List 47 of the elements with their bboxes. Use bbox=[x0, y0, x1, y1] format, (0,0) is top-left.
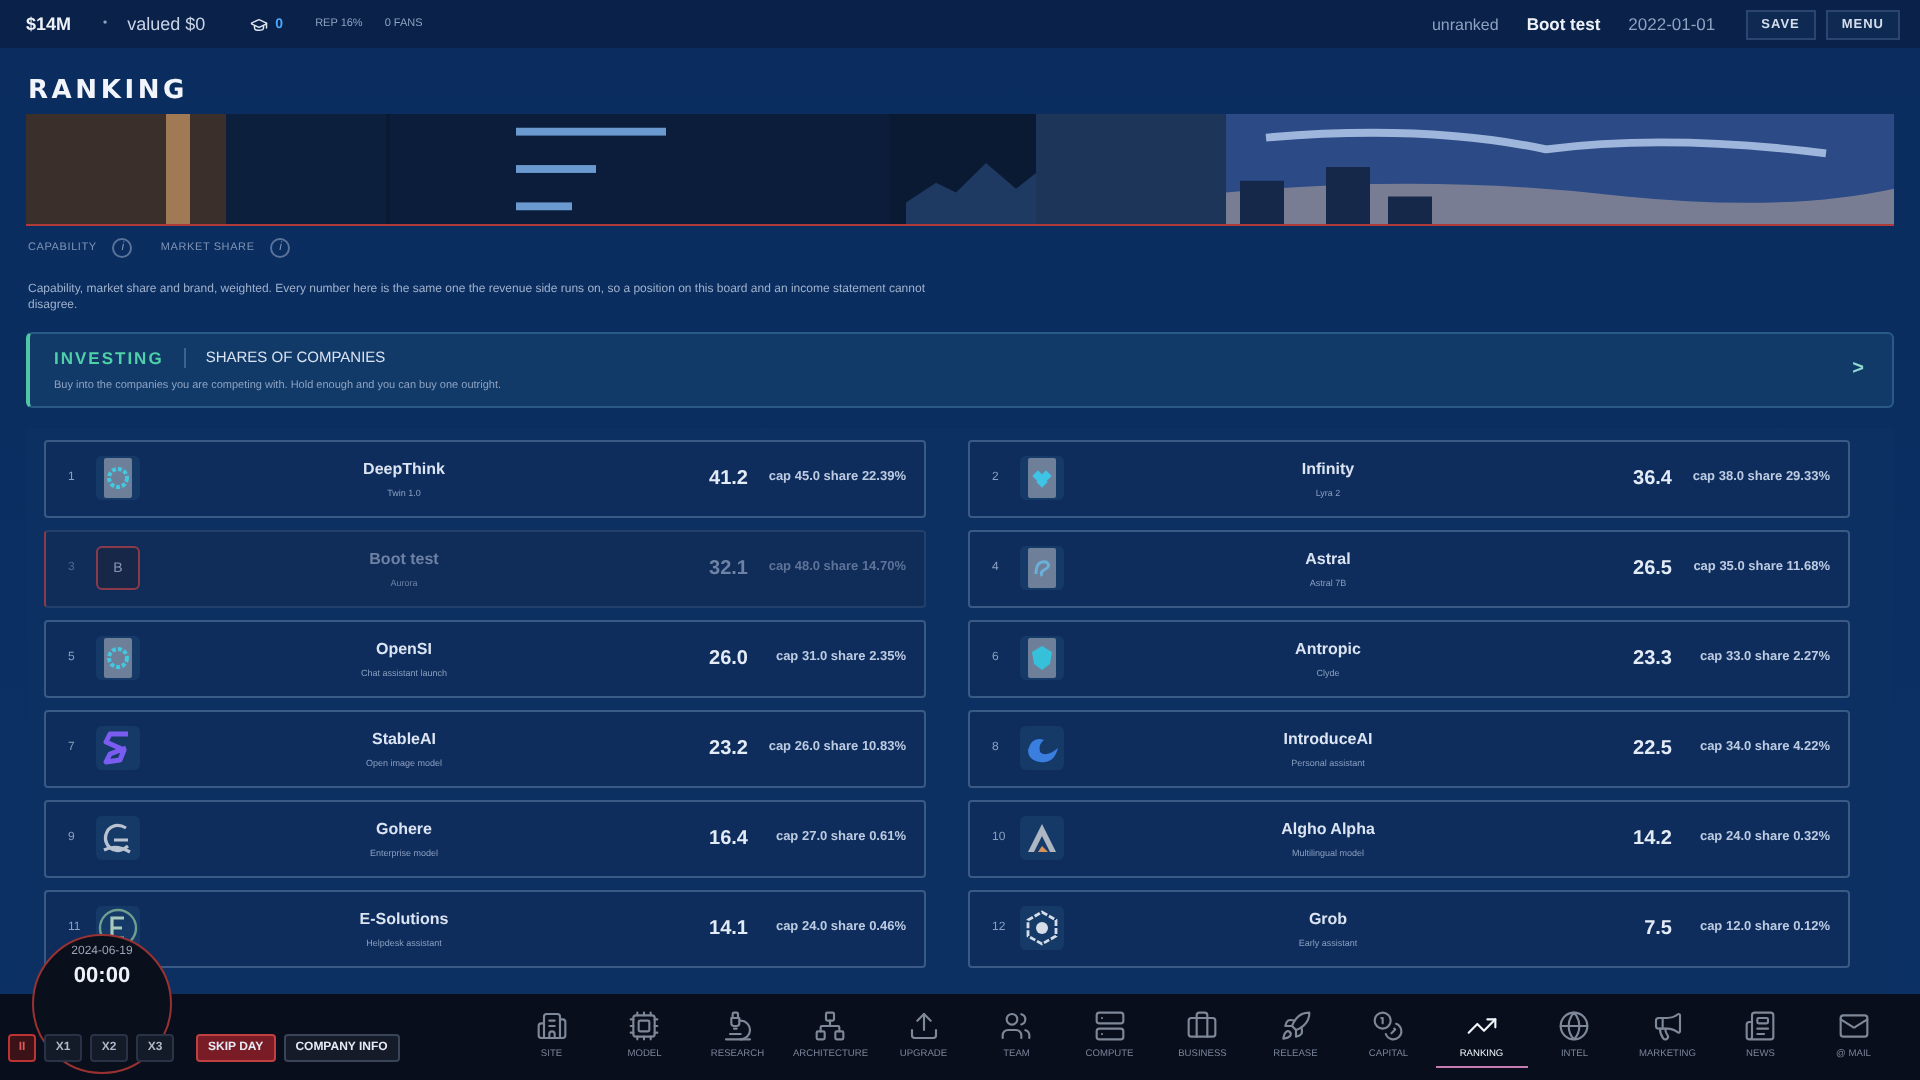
company-name: Grob bbox=[1308, 909, 1348, 928]
score-value: 41.2 bbox=[707, 467, 748, 490]
microscope-icon bbox=[721, 1010, 754, 1042]
upload-icon bbox=[907, 1010, 940, 1042]
score-value: 32.1 bbox=[707, 557, 748, 580]
valuation-text: valued $0 bbox=[127, 14, 206, 34]
rocket-icon bbox=[1279, 1010, 1312, 1042]
company-name: Boot test bbox=[1526, 14, 1601, 34]
investing-tag: INVESTING bbox=[54, 347, 186, 368]
company-name: Boot test bbox=[369, 549, 439, 568]
newspaper-icon bbox=[1744, 1010, 1777, 1042]
company-name: IntroduceAI bbox=[1283, 729, 1373, 748]
rank-status: unranked bbox=[1431, 15, 1499, 33]
company-name: StableAI bbox=[371, 729, 436, 748]
server-icon bbox=[1093, 1010, 1126, 1042]
score-value: 14.1 bbox=[707, 917, 748, 940]
mail-icon bbox=[1837, 1010, 1870, 1042]
score-value: 14.2 bbox=[1631, 827, 1672, 850]
cash-amount: $14M bbox=[26, 14, 72, 34]
company-name: DeepThink bbox=[363, 459, 445, 478]
briefcase-icon bbox=[1186, 1010, 1219, 1042]
company-name: Infinity bbox=[1301, 459, 1355, 478]
chip-icon bbox=[628, 1010, 661, 1042]
score-value: 23.3 bbox=[1631, 647, 1672, 670]
score-value: 7.5 bbox=[1642, 917, 1672, 940]
coins-icon bbox=[1372, 1010, 1405, 1042]
score-value: 16.4 bbox=[707, 827, 748, 850]
score-value: 26.5 bbox=[1631, 557, 1672, 580]
company-name: Antropic bbox=[1295, 639, 1361, 658]
globe-icon bbox=[1558, 1010, 1591, 1042]
company-name: Gohere bbox=[375, 819, 432, 838]
page-title: RANKING bbox=[28, 76, 191, 106]
company-name: OpenSI bbox=[375, 639, 432, 658]
company-name: Algho Alpha bbox=[1281, 819, 1375, 838]
graduation-cap-icon bbox=[249, 15, 268, 33]
company-name: Astral bbox=[1305, 549, 1351, 568]
score-value: 23.2 bbox=[707, 737, 748, 760]
network-icon bbox=[814, 1010, 847, 1042]
game-date: 2022-01-01 bbox=[1628, 14, 1716, 34]
score-value: 26.0 bbox=[707, 647, 748, 670]
building-icon bbox=[535, 1010, 568, 1042]
users-icon bbox=[1000, 1010, 1033, 1042]
clock-time: 00:00 bbox=[73, 964, 131, 988]
megaphone-icon bbox=[1651, 1010, 1684, 1042]
score-value: 36.4 bbox=[1631, 467, 1672, 490]
score-value: 22.5 bbox=[1631, 737, 1672, 760]
company-name: E-Solutions bbox=[359, 909, 449, 928]
